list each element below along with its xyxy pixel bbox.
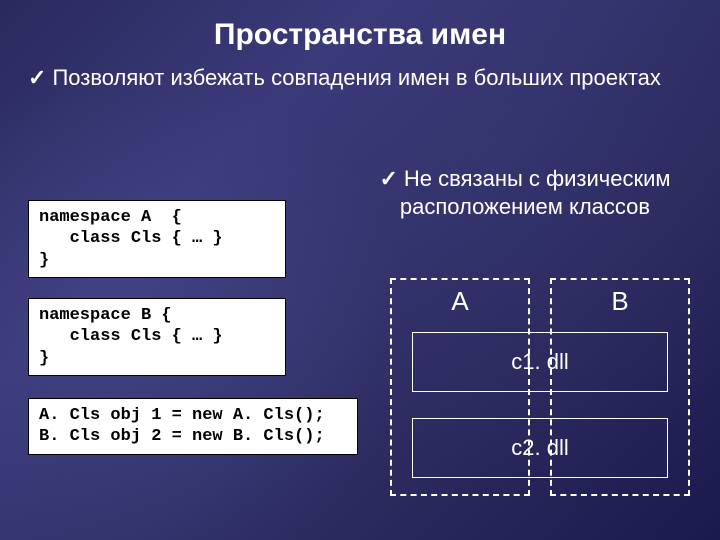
bullet-main: ✓Позволяют избежать совпадения имен в бо… <box>0 64 720 93</box>
bullet-right-text: Не связаны с физическим расположением кл… <box>400 166 671 219</box>
dll-box-2: c2. dll <box>412 418 668 478</box>
code-block-usage: A. Cls obj 1 = new A. Cls(); B. Cls obj … <box>28 398 358 455</box>
code-block-namespace-a: namespace A { class Cls { … } } <box>28 200 286 278</box>
dll-box-1: c1. dll <box>412 332 668 392</box>
code-block-namespace-b: namespace B { class Cls { … } } <box>28 298 286 376</box>
check-icon: ✓ <box>379 166 397 191</box>
label-b: B <box>552 280 688 317</box>
bullet-main-text: Позволяют избежать совпадения имен в бол… <box>52 65 660 90</box>
slide-title: Пространства имен <box>0 0 720 64</box>
bullet-right: ✓Не связаны с физическим расположением к… <box>370 165 680 220</box>
namespace-diagram: A B c1. dll c2. dll <box>390 278 700 518</box>
label-a: A <box>392 280 528 317</box>
check-icon: ✓ <box>28 65 46 90</box>
